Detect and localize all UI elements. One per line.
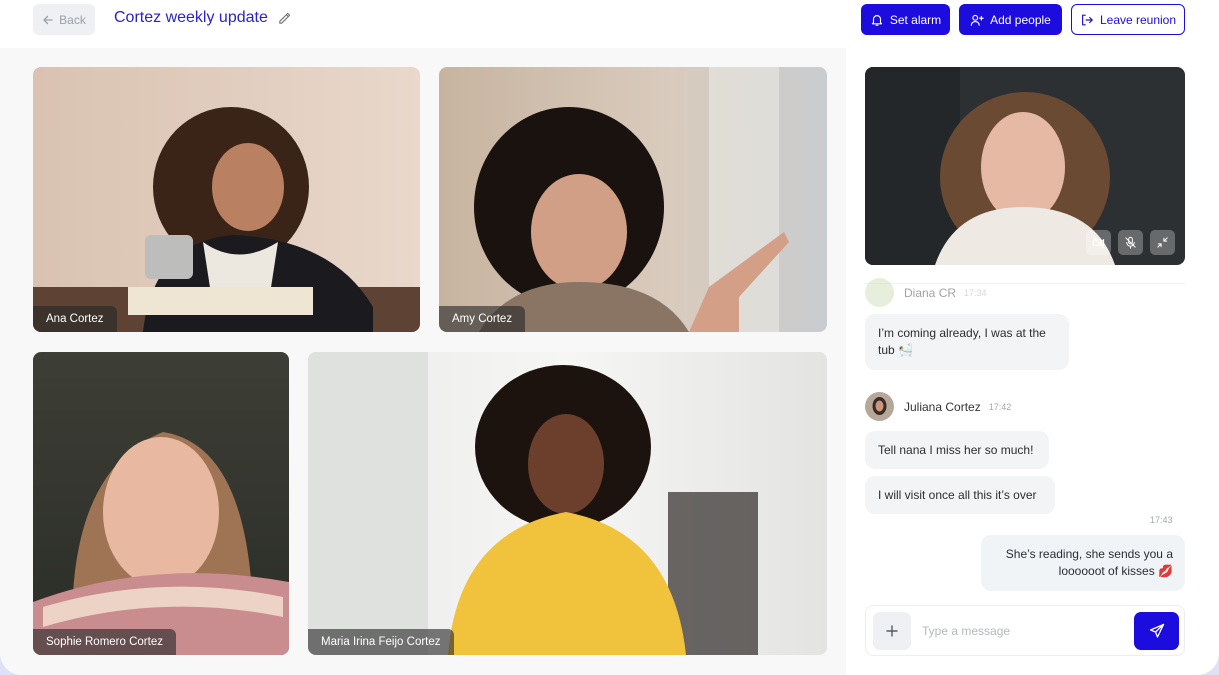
message-text: loooooot of kisses 💋 bbox=[1058, 564, 1173, 578]
message-text: I will visit once all this it’s over bbox=[878, 487, 1037, 502]
avatar bbox=[865, 278, 894, 307]
chat-sidebar: Diana CR 17:34 I’m coming already, I was… bbox=[846, 48, 1219, 675]
video-tile[interactable]: Sophie Romero Cortez bbox=[33, 352, 289, 655]
participant-name-tag: Amy Cortez bbox=[439, 306, 526, 332]
avatar bbox=[865, 392, 894, 421]
my-chat-bubble: She’s reading, she sends you a loooooot … bbox=[981, 535, 1185, 591]
back-label: Back bbox=[59, 12, 86, 27]
corner-accent bbox=[1207, 663, 1219, 675]
participant-name-tag: Sophie Romero Cortez bbox=[33, 629, 176, 655]
send-icon bbox=[1149, 623, 1164, 638]
leave-reunion-label: Leave reunion bbox=[1099, 12, 1177, 27]
message-composer bbox=[865, 605, 1185, 656]
minimize-icon bbox=[1157, 237, 1168, 248]
set-alarm-button[interactable]: Set alarm bbox=[861, 4, 950, 35]
leave-reunion-button[interactable]: Leave reunion bbox=[1071, 4, 1185, 35]
add-attachment-button[interactable] bbox=[873, 612, 911, 650]
message-author: Diana CR 17:34 bbox=[865, 278, 987, 307]
participant-video bbox=[33, 67, 420, 332]
bell-icon bbox=[871, 14, 882, 26]
message-text-block: She’s reading, she sends you a loooooot … bbox=[1006, 546, 1173, 580]
video-tile[interactable]: Ana Cortez bbox=[33, 67, 420, 332]
video-off-icon bbox=[1092, 236, 1105, 249]
self-video bbox=[865, 67, 1185, 265]
participant-name-tag: Ana Cortez bbox=[33, 306, 117, 332]
participant-video bbox=[308, 352, 827, 655]
author-name: Diana CR bbox=[904, 285, 957, 300]
message-text: I’m coming already, I was at the tub 🛀 bbox=[878, 326, 1046, 357]
chat-bubble: I’m coming already, I was at the tub 🛀 bbox=[865, 314, 1069, 370]
participant-name: Ana Cortez bbox=[46, 313, 104, 325]
chat-bubble: I will visit once all this it’s over bbox=[865, 476, 1055, 514]
message-time: 17:42 bbox=[988, 401, 1012, 412]
participant-name: Amy Cortez bbox=[452, 313, 513, 325]
message-text: She’s reading, she sends you a bbox=[1005, 547, 1173, 561]
message-time: 17:43 bbox=[1150, 515, 1173, 525]
video-tile[interactable]: Amy Cortez bbox=[439, 67, 827, 332]
toggle-video-button[interactable] bbox=[1086, 230, 1111, 255]
meeting-app: Back Cortez weekly update Set alarm Add … bbox=[0, 0, 1219, 675]
user-plus-icon bbox=[970, 14, 984, 26]
back-button[interactable]: Back bbox=[33, 4, 95, 35]
message-text: Tell nana I miss her so much! bbox=[878, 442, 1034, 457]
pencil-icon[interactable] bbox=[277, 11, 292, 26]
participant-name-tag: Maria Irina Feijo Cortez bbox=[308, 629, 454, 655]
exit-icon bbox=[1082, 14, 1093, 25]
message-input[interactable] bbox=[922, 619, 1122, 643]
mic-off-icon bbox=[1125, 236, 1136, 249]
participant-name: Maria Irina Feijo Cortez bbox=[321, 636, 441, 648]
participant-video bbox=[439, 67, 827, 332]
video-tile[interactable]: Maria Irina Feijo Cortez bbox=[308, 352, 827, 655]
minimize-video-button[interactable] bbox=[1150, 230, 1175, 255]
chat-bubble: Tell nana I miss her so much! bbox=[865, 431, 1049, 469]
header: Back Cortez weekly update Set alarm Add … bbox=[0, 0, 1219, 48]
participant-name: Sophie Romero Cortez bbox=[46, 636, 163, 648]
message-time: 17:34 bbox=[964, 287, 987, 298]
message-author: Juliana Cortez 17:42 bbox=[865, 392, 1011, 421]
participant-video bbox=[33, 352, 289, 655]
send-button[interactable] bbox=[1134, 612, 1179, 650]
arrow-left-icon bbox=[43, 15, 53, 24]
plus-icon bbox=[886, 625, 898, 637]
add-people-button[interactable]: Add people bbox=[959, 4, 1062, 35]
add-people-label: Add people bbox=[990, 12, 1051, 27]
set-alarm-label: Set alarm bbox=[889, 12, 942, 27]
meeting-title: Cortez weekly update bbox=[114, 9, 292, 27]
video-grid: Ana Cortez Amy Cortez Sophie Romero Cort… bbox=[0, 48, 846, 675]
author-name: Juliana Cortez bbox=[904, 399, 981, 414]
toggle-mic-button[interactable] bbox=[1118, 230, 1143, 255]
meeting-title-text: Cortez weekly update bbox=[114, 9, 268, 26]
